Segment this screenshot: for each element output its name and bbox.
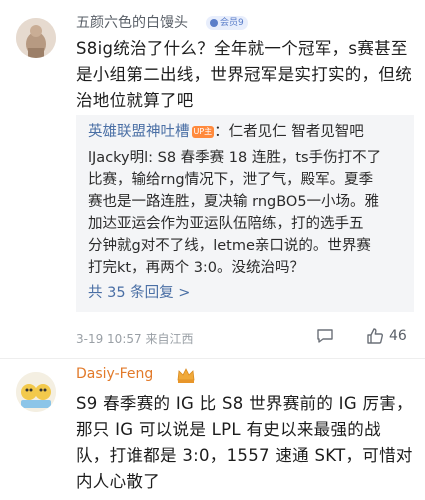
- reply-line: lJacky明l: S8 春季赛 18 连胜，ts手伤打不了: [88, 150, 382, 166]
- member-icon: [210, 19, 218, 27]
- like-count: 46: [389, 328, 407, 344]
- avatar[interactable]: [16, 372, 56, 412]
- reply-line: 加达亚运会作为亚运队伍陪练，打的选手五: [88, 216, 364, 232]
- comment-icon[interactable]: [316, 328, 334, 344]
- comment-line: S9 春季赛的 IG 比 S8 世界赛前的 IG 厉害，: [76, 394, 413, 413]
- reply-line: 赛也是一路连胜，夏决输 rngBO5一小场。雅: [88, 194, 380, 210]
- comment-line: 内人心散了: [76, 472, 160, 491]
- comment-line: 那只 IG 可以说是 LPL 有史以来最强的战: [76, 420, 381, 439]
- view-replies-link[interactable]: 共 35 条回复 >: [88, 281, 190, 302]
- reply-line: 比赛，输给rng情况下，泄了气，殿军。夏季: [88, 172, 374, 188]
- reply-author-text: ：仁者见仁 智者见智吧: [214, 124, 364, 140]
- member-badge: 会员9: [206, 16, 248, 30]
- thumbs-up-icon[interactable]: [366, 327, 384, 345]
- reply-header: 英雄联盟神吐槽 UP主 ：仁者见仁 智者见智吧: [88, 121, 364, 143]
- comment-line: 治地位就算了吧: [76, 91, 194, 110]
- comment-body: S9 春季赛的 IG 比 S8 世界赛前的 IG 厉害， 那只 IG 可以说是 …: [76, 391, 421, 495]
- divider: [0, 358, 425, 359]
- up-badge: UP主: [191, 126, 215, 138]
- reply-author[interactable]: 英雄联盟神吐槽: [88, 124, 190, 140]
- comment-line: 队，打谁都是 3:0，1557 速通 SKT，可惜对: [76, 446, 413, 465]
- comment-body: S8ig统治了什么？全年就一个冠军，s赛甚至 是小组第二出线，世界冠军是实打实的…: [76, 36, 416, 114]
- comment-meta: 3-19 10:57 来自江西: [76, 332, 194, 346]
- reply-line: 分钟就g对不了线，letme亲口说的。世界赛: [88, 238, 371, 254]
- comment-line: 是小组第二出线，世界冠军是实打实的，但统: [76, 65, 412, 84]
- comment-username[interactable]: Dasiy-Feng: [76, 366, 153, 382]
- crown-icon: [176, 366, 196, 384]
- comment-username[interactable]: 五颜六色的白馒头: [76, 12, 188, 32]
- avatar[interactable]: [16, 18, 56, 58]
- reply-line: 打完kt，再两个 3:0。没统治吗？: [88, 260, 305, 276]
- reply-preview[interactable]: 英雄联盟神吐槽 UP主 ：仁者见仁 智者见智吧 lJacky明l: S8 春季赛 1…: [76, 115, 414, 312]
- comment-line: S8ig统治了什么？全年就一个冠军，s赛甚至: [76, 39, 408, 58]
